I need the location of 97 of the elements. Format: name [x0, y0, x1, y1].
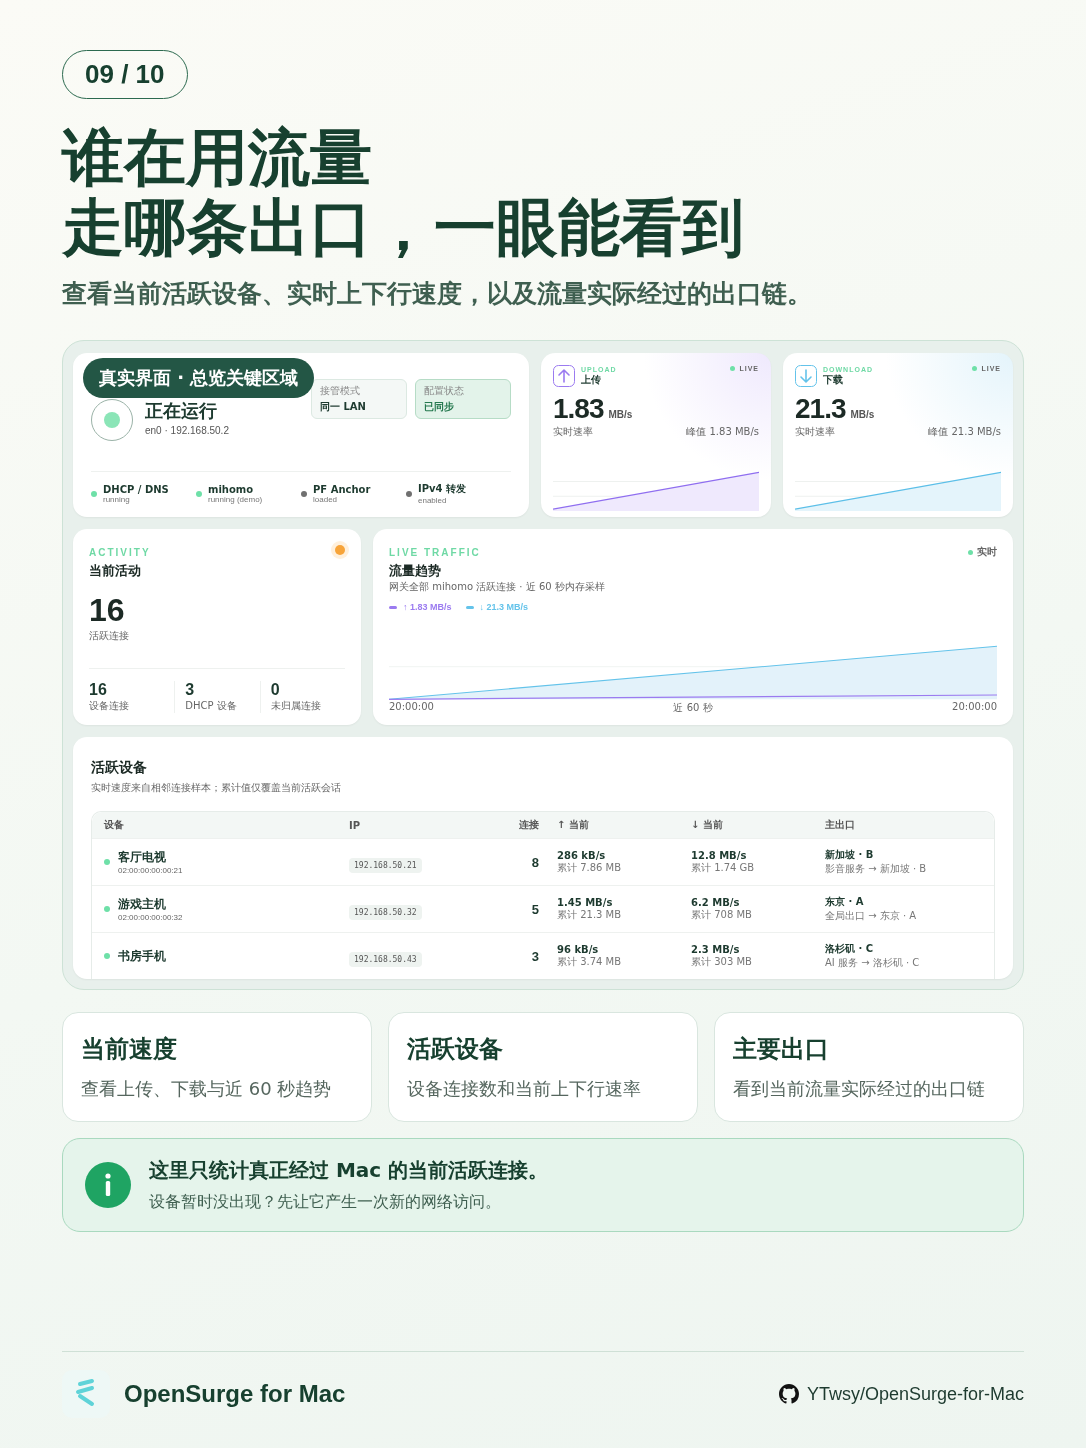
info-icon	[85, 1162, 131, 1208]
service-name: DHCP / DNS	[103, 483, 169, 495]
connection-count: 16	[89, 592, 126, 629]
eyebrow-label: ACTIVITY	[89, 547, 151, 558]
column-header: 连接	[518, 818, 539, 832]
service-name: PF Anchor	[313, 483, 371, 495]
card-title: 当前活动	[89, 562, 142, 580]
legend-label: ↓ 21.3 MB/s	[479, 602, 529, 612]
mac-address: 02:00:00:00:00:21	[118, 866, 183, 875]
upload-total: 累计 3.74 MB	[557, 954, 623, 969]
connection-count: 3	[530, 948, 539, 964]
axis-label: 20:00:00	[389, 701, 434, 714]
info-label: 配置状态	[424, 384, 465, 398]
column-header: 设备	[104, 818, 125, 832]
column-header: ↓ 当前	[690, 818, 724, 832]
peak-value: 峰值 1.83 MB/s	[686, 425, 759, 439]
speed-value: 21.3	[795, 393, 846, 425]
column-header: ↑ 当前	[556, 818, 590, 832]
feature-description: 看到当前流量实际经过的出口链	[733, 1077, 986, 1101]
connection-count: 8	[530, 854, 539, 870]
upload-rate: 1.45 MB/s	[557, 896, 614, 908]
ip-address: 192.168.50.32	[349, 904, 422, 920]
caption: 活跃连接	[89, 629, 130, 643]
exit-route: 影音服务 → 新加坡 · B	[825, 862, 928, 876]
feature-description: 查看上传、下载与近 60 秒趋势	[81, 1077, 333, 1101]
download-rate: 2.3 MB/s	[691, 943, 741, 955]
card-title: 下载	[823, 372, 844, 387]
feature-title: 当前速度	[81, 1034, 178, 1065]
service-status: running	[103, 494, 131, 504]
status-title: 正在运行	[145, 399, 218, 423]
device-name: 游戏主机	[118, 896, 167, 913]
axis-label: 20:00:00	[952, 701, 997, 714]
overlay-label: 真实界面 · 总览关键区域	[83, 358, 315, 398]
live-indicator: 实时	[968, 545, 997, 559]
alert-dot-icon	[335, 545, 345, 555]
card-description: 实时速度来自相邻连接样本；累计值仅覆盖当前活跃会话	[91, 781, 342, 795]
stat-label: DHCP 设备	[185, 699, 238, 713]
download-total: 累计 303 MB	[691, 954, 753, 969]
info-value: 已同步	[424, 400, 455, 414]
feature-title: 主要出口	[733, 1034, 830, 1065]
column-header: 主出口	[824, 818, 856, 832]
eyebrow-label: LIVE TRAFFIC	[389, 547, 481, 558]
notice-text: 设备暂时没出现？先让它产生一次新的网络访问。	[149, 1192, 502, 1213]
exit-name: 东京 · A	[825, 895, 865, 909]
speed-unit: MB/s	[608, 409, 633, 420]
github-icon	[778, 1384, 799, 1404]
card-title: 流量趋势	[389, 562, 442, 580]
exit-name: 洛杉矶 · C	[825, 942, 875, 956]
service-status: enabled	[418, 496, 448, 505]
axis-label: 近 60 秒	[673, 701, 713, 715]
caption: 实时速率	[795, 425, 835, 439]
exit-route: 全局出口 → 东京 · A	[825, 909, 918, 923]
upload-rate: 286 kB/s	[557, 849, 607, 861]
exit-name: 新加坡 · B	[825, 848, 875, 862]
subtitle: 查看当前活跃设备、实时上下行速度，以及流量实际经过的出口链。	[62, 278, 813, 310]
device-name: 书房手机	[118, 947, 166, 965]
brand-name: OpenSurge for Mac	[124, 1380, 346, 1408]
speed-value: 1.83	[553, 393, 604, 425]
upload-rate: 96 kB/s	[557, 943, 600, 955]
interface-address: en0 · 192.168.50.2	[145, 425, 230, 436]
stat-label: 设备连接	[89, 699, 130, 713]
ip-address: 192.168.50.21	[349, 857, 422, 873]
card-title: 活跃设备	[91, 759, 148, 777]
download-total: 累计 708 MB	[691, 907, 753, 922]
card-title: 上传	[581, 372, 602, 387]
stat-label: 未归属连接	[270, 699, 322, 713]
info-label: 接管模式	[320, 384, 361, 398]
service-status: loaded	[313, 494, 339, 504]
info-value: 同一 LAN	[320, 400, 367, 414]
device-name: 客厅电视	[118, 849, 167, 866]
upload-total: 累计 21.3 MB	[557, 907, 623, 922]
speed-unit: MB/s	[850, 409, 875, 420]
ip-address: 192.168.50.43	[349, 951, 422, 967]
service-name: mihomo	[208, 483, 255, 495]
legend-label: ↑ 1.83 MB/s	[403, 602, 452, 612]
exit-route: AI 服务 → 洛杉矶 · C	[825, 956, 921, 970]
stat-value: 16	[89, 681, 108, 699]
download-rate: 12.8 MB/s	[691, 849, 748, 861]
caption: 实时速率	[553, 425, 593, 439]
headline: 谁在用流量	[62, 123, 373, 193]
headline: 走哪条出口，一眼能看到	[62, 193, 745, 263]
download-rate: 6.2 MB/s	[691, 896, 741, 908]
feature-description: 设备连接数和当前上下行速率	[407, 1077, 642, 1101]
stat-value: 3	[185, 681, 196, 699]
connection-count: 5	[530, 901, 539, 917]
column-header: IP	[349, 819, 362, 831]
service-status: running (demo)	[208, 494, 263, 504]
feature-title: 活跃设备	[407, 1034, 504, 1065]
download-total: 累计 1.74 GB	[691, 860, 756, 875]
upload-total: 累计 7.86 MB	[557, 860, 623, 875]
repository-link[interactable]: YTwsy/OpenSurge-for-Mac	[778, 1383, 1024, 1405]
notice-title: 这里只统计真正经过 Mac 的当前活跃连接。	[149, 1157, 549, 1184]
mac-address: 02:00:00:00:00:32	[118, 913, 183, 922]
chart-description: 网关全部 mihomo 活跃连接 · 近 60 秒内存采样	[389, 580, 606, 594]
service-name: IPv4 转发	[418, 482, 466, 496]
stat-value: 0	[270, 681, 281, 699]
peak-value: 峰值 21.3 MB/s	[928, 425, 1001, 439]
